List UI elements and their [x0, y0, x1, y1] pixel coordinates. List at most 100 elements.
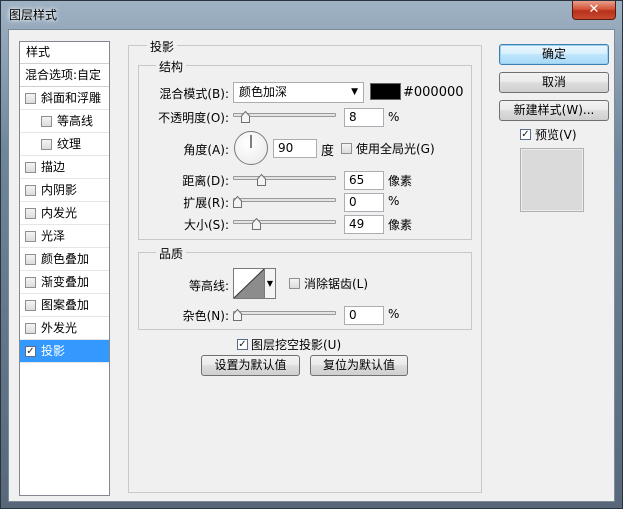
reset-default-button[interactable]: 复位为默认值	[310, 355, 408, 376]
spread-slider[interactable]	[233, 198, 336, 202]
sidebar-item-checkbox[interactable]	[41, 116, 52, 127]
ok-button[interactable]: 确定	[499, 44, 609, 65]
close-icon: ✕	[588, 2, 600, 17]
layer-style-window: 图层样式 ✕ 样式 混合选项:自定 斜面和浮雕 等高线 纹理 描边 内阴影 内发光 光泽 颜色…	[0, 0, 623, 509]
noise-slider-thumb[interactable]	[233, 309, 242, 321]
check-icon: ✓	[238, 339, 247, 350]
sidebar-item-label: 渐变叠加	[41, 275, 90, 289]
sidebar-item-label: 斜面和浮雕	[41, 91, 102, 105]
blend-options-label: 混合选项:自定	[25, 68, 102, 82]
drop-shadow-title: 投影	[147, 38, 178, 55]
noise-input[interactable]: 0	[344, 306, 384, 325]
angle-unit: 度	[321, 144, 335, 159]
distance-slider-thumb[interactable]	[257, 174, 267, 186]
sidebar-item[interactable]: 光泽	[20, 225, 109, 248]
styles-list-header[interactable]: 样式	[20, 42, 109, 64]
sidebar-item-label: 图案叠加	[41, 298, 90, 312]
sidebar-item-checkbox[interactable]	[25, 300, 36, 311]
sidebar-item[interactable]: 斜面和浮雕	[20, 87, 109, 110]
sidebar-item-checkbox[interactable]	[25, 277, 36, 288]
noise-label: 杂色(N):	[182, 309, 229, 323]
chevron-down-icon: ▼	[351, 87, 358, 97]
blend-mode-select[interactable]: 颜色加深 ▼	[233, 82, 364, 103]
size-slider[interactable]	[233, 220, 336, 224]
opacity-input[interactable]: 8	[344, 108, 384, 127]
blend-mode-value: 颜色加深	[239, 85, 288, 99]
sidebar-item-checkbox[interactable]	[25, 93, 36, 104]
preview-label[interactable]: 预览(V)	[535, 126, 577, 143]
quality-title: 品质	[156, 245, 187, 262]
make-default-button[interactable]: 设置为默认值	[201, 355, 300, 376]
styles-list: 样式 混合选项:自定 斜面和浮雕等高线纹理 描边内阴影内发光光泽颜色叠加渐变叠加图…	[19, 41, 110, 496]
noise-slider[interactable]	[233, 311, 336, 315]
sidebar-item[interactable]: 渐变叠加	[20, 271, 109, 294]
style-preview-thumbnail	[520, 148, 584, 212]
preview-checkbox[interactable]: ✓	[520, 129, 531, 140]
spread-unit: %	[388, 194, 400, 208]
global-light-checkbox[interactable]	[341, 143, 352, 154]
knockout-checkbox[interactable]: ✓	[237, 339, 248, 350]
distance-unit: 像素	[388, 174, 413, 188]
knockout-label[interactable]: 图层挖空投影(U)	[251, 336, 341, 353]
sidebar-item-label: 等高线	[57, 114, 94, 128]
blend-options-item[interactable]: 混合选项:自定	[20, 64, 109, 87]
distance-input[interactable]: 65	[344, 171, 384, 190]
sidebar-item[interactable]: 描边	[20, 156, 109, 179]
size-unit: 像素	[388, 218, 413, 232]
spread-input[interactable]: 0	[344, 193, 384, 212]
sidebar-item-label: 外发光	[41, 321, 78, 335]
spread-label: 扩展(R):	[183, 196, 229, 210]
dialog-client-area: 样式 混合选项:自定 斜面和浮雕等高线纹理 描边内阴影内发光光泽颜色叠加渐变叠加图…	[8, 29, 615, 502]
size-slider-thumb[interactable]	[251, 218, 261, 230]
sidebar-item-checkbox[interactable]	[25, 185, 36, 196]
opacity-unit: %	[388, 110, 400, 124]
shadow-color-hex: #000000	[403, 85, 464, 100]
sidebar-item[interactable]: 颜色叠加	[20, 248, 109, 271]
sidebar-item[interactable]: 等高线	[20, 110, 109, 133]
distance-label: 距离(D):	[182, 174, 229, 188]
sidebar-item-label: 投影	[41, 344, 66, 358]
sidebar-item-checkbox[interactable]	[25, 208, 36, 219]
sidebar-item-checkbox[interactable]: ✓	[25, 346, 36, 357]
angle-indicator-icon	[250, 135, 252, 148]
global-light-label[interactable]: 使用全局光(G)	[356, 140, 435, 157]
new-style-button[interactable]: 新建样式(W)...	[499, 100, 609, 121]
close-button[interactable]: ✕	[572, 1, 616, 20]
contour-linear-icon	[234, 269, 264, 298]
contour-label: 等高线:	[188, 279, 229, 293]
contour-picker[interactable]	[233, 268, 265, 299]
sidebar-item-checkbox[interactable]	[25, 231, 36, 242]
sidebar-item-checkbox[interactable]	[25, 162, 36, 173]
title-bar[interactable]: 图层样式 ✕	[1, 1, 622, 29]
sidebar-item[interactable]: 内阴影	[20, 179, 109, 202]
angle-label: 角度(A):	[183, 143, 229, 157]
cancel-button[interactable]: 取消	[499, 72, 609, 93]
sidebar-item-checkbox[interactable]	[25, 254, 36, 265]
noise-unit: %	[388, 307, 400, 321]
blend-mode-label: 混合模式(B):	[159, 87, 229, 101]
antialias-label[interactable]: 消除锯齿(L)	[304, 275, 368, 292]
shadow-color-swatch[interactable]	[370, 83, 401, 100]
distance-slider[interactable]	[233, 176, 336, 180]
structure-title: 结构	[156, 58, 187, 75]
sidebar-item-label: 内阴影	[41, 183, 78, 197]
angle-dial[interactable]	[234, 131, 268, 165]
contour-dropdown[interactable]: ▼	[265, 268, 276, 299]
opacity-label: 不透明度(O):	[158, 111, 229, 125]
sidebar-item[interactable]: 纹理	[20, 133, 109, 156]
angle-input[interactable]: 90	[273, 139, 317, 158]
spread-slider-thumb[interactable]	[233, 196, 242, 208]
sidebar-item[interactable]: 外发光	[20, 317, 109, 340]
size-input[interactable]: 49	[344, 215, 384, 234]
opacity-slider-thumb[interactable]	[240, 111, 250, 123]
sidebar-item[interactable]: 内发光	[20, 202, 109, 225]
sidebar-item-label: 内发光	[41, 206, 78, 220]
sidebar-item-label: 光泽	[41, 229, 66, 243]
sidebar-item-checkbox[interactable]	[41, 139, 52, 150]
sidebar-item-checkbox[interactable]	[25, 323, 36, 334]
antialias-checkbox[interactable]	[289, 278, 300, 289]
sidebar-item[interactable]: ✓ 投影	[20, 340, 109, 363]
sidebar-item[interactable]: 图案叠加	[20, 294, 109, 317]
chevron-down-icon: ▼	[266, 279, 274, 288]
sidebar-item-label: 颜色叠加	[41, 252, 90, 266]
